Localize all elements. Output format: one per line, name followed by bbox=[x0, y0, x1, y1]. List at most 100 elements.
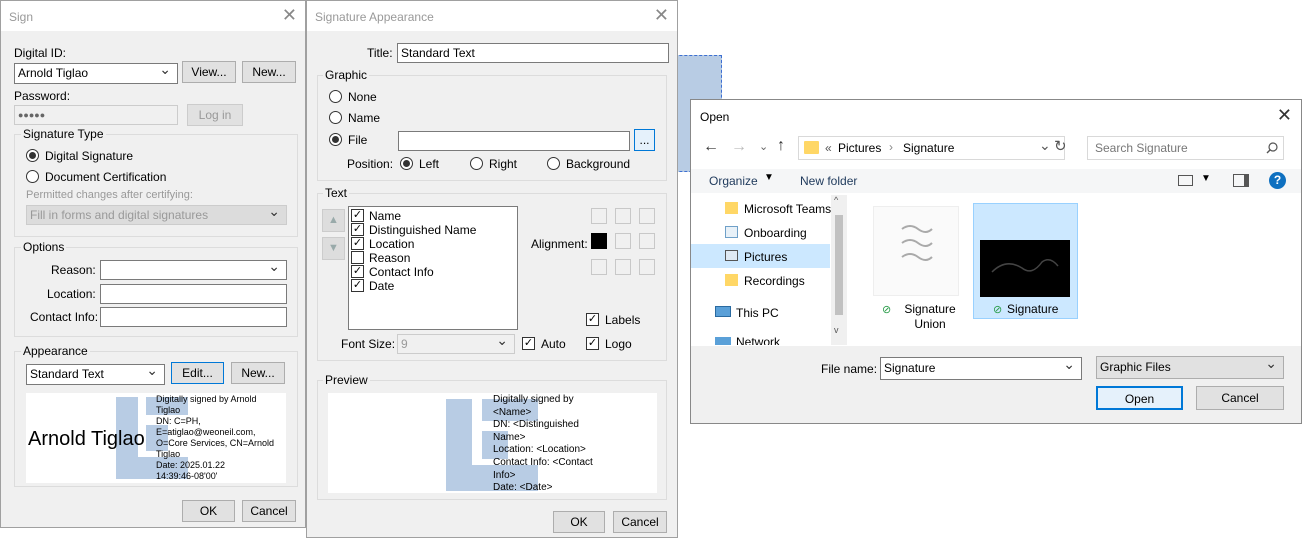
close-icon[interactable]: ✕ bbox=[1277, 106, 1292, 124]
appearance-value: Standard Text bbox=[30, 367, 104, 381]
graphic-file-label: File bbox=[348, 133, 368, 147]
new-id-button[interactable]: New... bbox=[242, 61, 296, 83]
graphic-none-label: None bbox=[348, 90, 377, 104]
graphic-file-input[interactable] bbox=[398, 131, 630, 151]
move-up-button[interactable]: ▲ bbox=[322, 209, 345, 232]
align-middle-center[interactable] bbox=[615, 233, 631, 249]
forward-arrow-icon[interactable]: → bbox=[731, 138, 747, 156]
scroll-down-icon[interactable]: v bbox=[834, 325, 839, 335]
position-background-radio[interactable] bbox=[547, 157, 560, 170]
help-icon[interactable]: ? bbox=[1269, 172, 1286, 189]
close-icon[interactable]: ✕ bbox=[654, 6, 669, 24]
align-middle-left[interactable] bbox=[591, 233, 607, 249]
align-bottom-right[interactable] bbox=[639, 259, 655, 275]
scroll-thumb[interactable] bbox=[835, 215, 843, 315]
graphic-name-radio[interactable] bbox=[329, 111, 342, 124]
ok-button[interactable]: OK bbox=[553, 511, 605, 533]
item-checkbox[interactable]: ✓ bbox=[351, 265, 364, 278]
password-input[interactable]: ●●●●● bbox=[14, 105, 178, 125]
nav-item-pictures[interactable]: Pictures bbox=[744, 250, 787, 264]
align-middle-right[interactable] bbox=[639, 233, 655, 249]
cancel-button[interactable]: Cancel bbox=[613, 511, 667, 533]
new-appearance-button[interactable]: New... bbox=[231, 362, 285, 384]
item-checkbox[interactable] bbox=[351, 251, 364, 264]
cancel-button[interactable]: Cancel bbox=[1196, 386, 1284, 410]
file-name-input[interactable]: Signature bbox=[880, 357, 1082, 380]
view-dropdown-icon[interactable]: ▼ bbox=[1201, 173, 1211, 184]
font-size-value: 9 bbox=[401, 337, 408, 351]
nav-item-onboarding[interactable]: Onboarding bbox=[744, 226, 807, 240]
preview-pane-icon[interactable] bbox=[1233, 174, 1249, 187]
position-left-radio[interactable] bbox=[400, 157, 413, 170]
location-input[interactable] bbox=[100, 284, 287, 304]
address-dropdown-icon[interactable]: ⌄ bbox=[1039, 137, 1051, 154]
item-checkbox[interactable]: ✓ bbox=[351, 223, 364, 236]
labels-checkbox[interactable]: ✓ bbox=[586, 313, 599, 326]
title-input[interactable]: Standard Text bbox=[397, 43, 669, 63]
search-box[interactable]: Search Signature bbox=[1087, 136, 1284, 160]
align-bottom-left[interactable] bbox=[591, 259, 607, 275]
file-name-signature[interactable]: Signature bbox=[1007, 302, 1058, 316]
folder-icon bbox=[804, 141, 819, 154]
login-button[interactable]: Log in bbox=[187, 104, 243, 126]
align-bottom-center[interactable] bbox=[615, 259, 631, 275]
ok-button[interactable]: OK bbox=[182, 500, 235, 522]
align-top-center[interactable] bbox=[615, 208, 631, 224]
contact-info-input[interactable] bbox=[100, 307, 287, 327]
computer-icon bbox=[715, 306, 731, 317]
digital-id-label: Digital ID: bbox=[14, 46, 67, 60]
view-icon[interactable] bbox=[1178, 175, 1193, 186]
open-button[interactable]: Open bbox=[1096, 386, 1183, 410]
new-folder-button[interactable]: New folder bbox=[800, 174, 857, 188]
sig-line: Tiglao bbox=[156, 405, 181, 415]
document-cert-label: Document Certification bbox=[45, 170, 167, 184]
sync-status-icon: ⊘ bbox=[882, 304, 892, 316]
scroll-up-icon[interactable]: ^ bbox=[834, 195, 838, 205]
document-cert-radio[interactable] bbox=[26, 170, 39, 183]
font-size-select[interactable]: 9 bbox=[397, 334, 515, 354]
position-right-radio[interactable] bbox=[470, 157, 483, 170]
close-icon[interactable]: ✕ bbox=[282, 6, 297, 24]
permitted-changes-select[interactable]: Fill in forms and digital signatures bbox=[26, 205, 287, 225]
graphic-file-radio[interactable] bbox=[329, 133, 342, 146]
logo-checkbox[interactable]: ✓ bbox=[586, 337, 599, 350]
search-input[interactable]: Search Signature bbox=[1095, 141, 1188, 155]
align-top-right[interactable] bbox=[639, 208, 655, 224]
item-checkbox[interactable]: ✓ bbox=[351, 209, 364, 222]
preview-line: Date: <Date> bbox=[493, 482, 553, 493]
signature-type-label: Signature Type bbox=[21, 127, 106, 141]
file-type-select[interactable]: Graphic Files bbox=[1096, 356, 1284, 379]
item-checkbox[interactable]: ✓ bbox=[351, 237, 364, 250]
move-down-button[interactable]: ▼ bbox=[322, 237, 345, 260]
digital-id-select[interactable]: Arnold Tiglao bbox=[14, 63, 178, 84]
nav-scrollbar[interactable]: ^ v bbox=[831, 195, 847, 345]
edit-appearance-button[interactable]: Edit... bbox=[171, 362, 224, 384]
nav-item-network[interactable]: Network bbox=[736, 335, 780, 345]
path-signature[interactable]: Signature bbox=[903, 141, 954, 155]
reason-select[interactable] bbox=[100, 260, 287, 280]
graphic-none-radio[interactable] bbox=[329, 90, 342, 103]
recent-dropdown-icon[interactable]: ⌄ bbox=[759, 140, 768, 153]
view-button[interactable]: View... bbox=[182, 61, 236, 83]
up-arrow-icon[interactable]: ↑ bbox=[777, 137, 785, 155]
thumbnail-signature-union[interactable] bbox=[873, 206, 959, 296]
browse-button[interactable]: ... bbox=[634, 129, 655, 151]
text-label: Text bbox=[323, 186, 350, 200]
appearance-select[interactable]: Standard Text bbox=[26, 364, 165, 385]
nav-item-microsoft-teams[interactable]: Microsoft Teams bbox=[744, 202, 831, 216]
refresh-icon[interactable]: ↻ bbox=[1054, 137, 1067, 155]
digital-signature-radio[interactable] bbox=[26, 149, 39, 162]
signature-preview: Arnold Tiglao Digitally signed by Arnold… bbox=[26, 393, 286, 483]
auto-checkbox[interactable]: ✓ bbox=[522, 337, 535, 350]
nav-item-recordings[interactable]: Recordings bbox=[744, 274, 805, 288]
item-checkbox[interactable]: ✓ bbox=[351, 279, 364, 292]
organize-button[interactable]: Organize bbox=[709, 174, 758, 188]
nav-item-this-pc[interactable]: This PC bbox=[736, 306, 779, 320]
path-pictures[interactable]: Pictures bbox=[838, 141, 881, 155]
file-name-signature-union[interactable]: Signature Union bbox=[895, 302, 965, 332]
back-arrow-icon[interactable]: ← bbox=[703, 138, 719, 156]
cancel-button[interactable]: Cancel bbox=[242, 500, 296, 522]
align-top-left[interactable] bbox=[591, 208, 607, 224]
address-bar[interactable]: « Pictures › Signature ⌄ bbox=[798, 136, 1065, 160]
thumbnail-signature[interactable] bbox=[980, 240, 1070, 297]
